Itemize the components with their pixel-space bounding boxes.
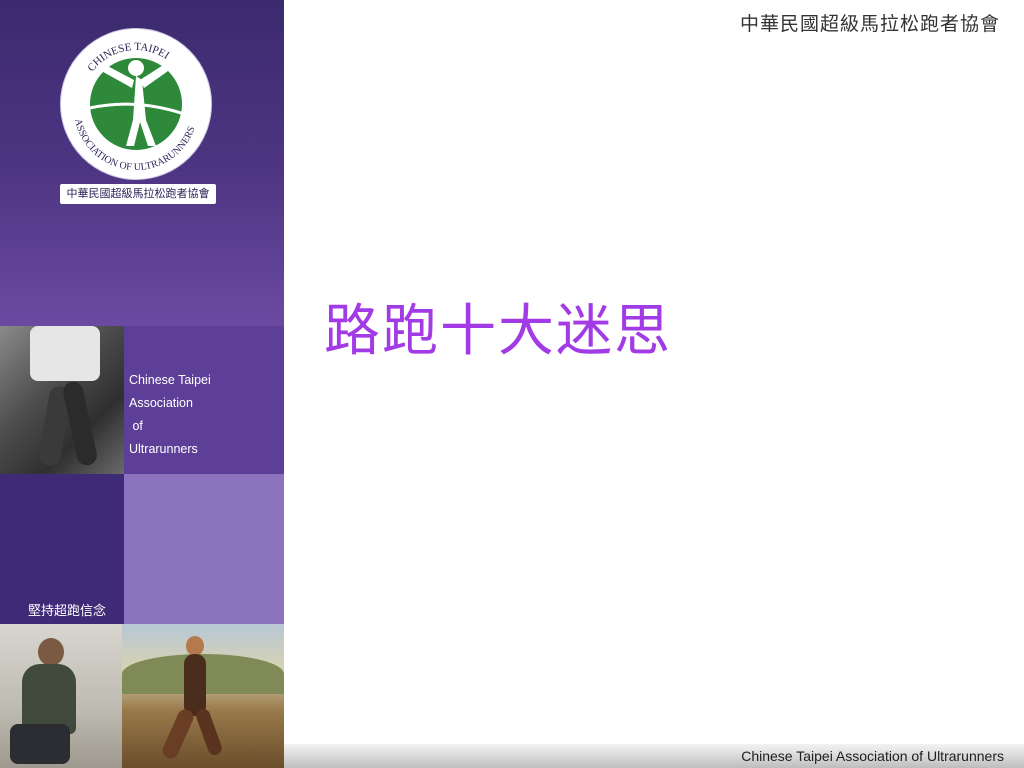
slide-title: 路跑十大迷思 <box>324 299 672 364</box>
footer-text: Chinese Taipei Association of Ultrarunne… <box>741 748 1004 764</box>
association-logo: CHINESE TAIPEI ASSOCIATION OF ULTRARUNNE… <box>60 28 212 180</box>
logo-caption: 中華民國超級馬拉松跑者協會 <box>60 184 216 204</box>
association-line-3: of <box>129 419 143 433</box>
association-line-1: Chinese Taipei <box>129 373 211 387</box>
association-line-4: Ultrarunners <box>129 442 198 456</box>
motto-text: 堅持超跑信念 <box>28 604 107 619</box>
sidebar-light-block <box>124 474 284 624</box>
seated-man-photo <box>0 624 122 768</box>
ancient-runner-painting <box>122 624 284 768</box>
runner-logo-icon: CHINESE TAIPEI ASSOCIATION OF ULTRARUNNE… <box>72 41 198 173</box>
footer-bar: Chinese Taipei Association of Ultrarunne… <box>284 744 1024 768</box>
header-org-title: 中華民國超級馬拉松跑者協會 <box>739 13 1000 35</box>
association-line-2: Association <box>129 396 193 410</box>
runner-legs-photo <box>0 326 124 474</box>
